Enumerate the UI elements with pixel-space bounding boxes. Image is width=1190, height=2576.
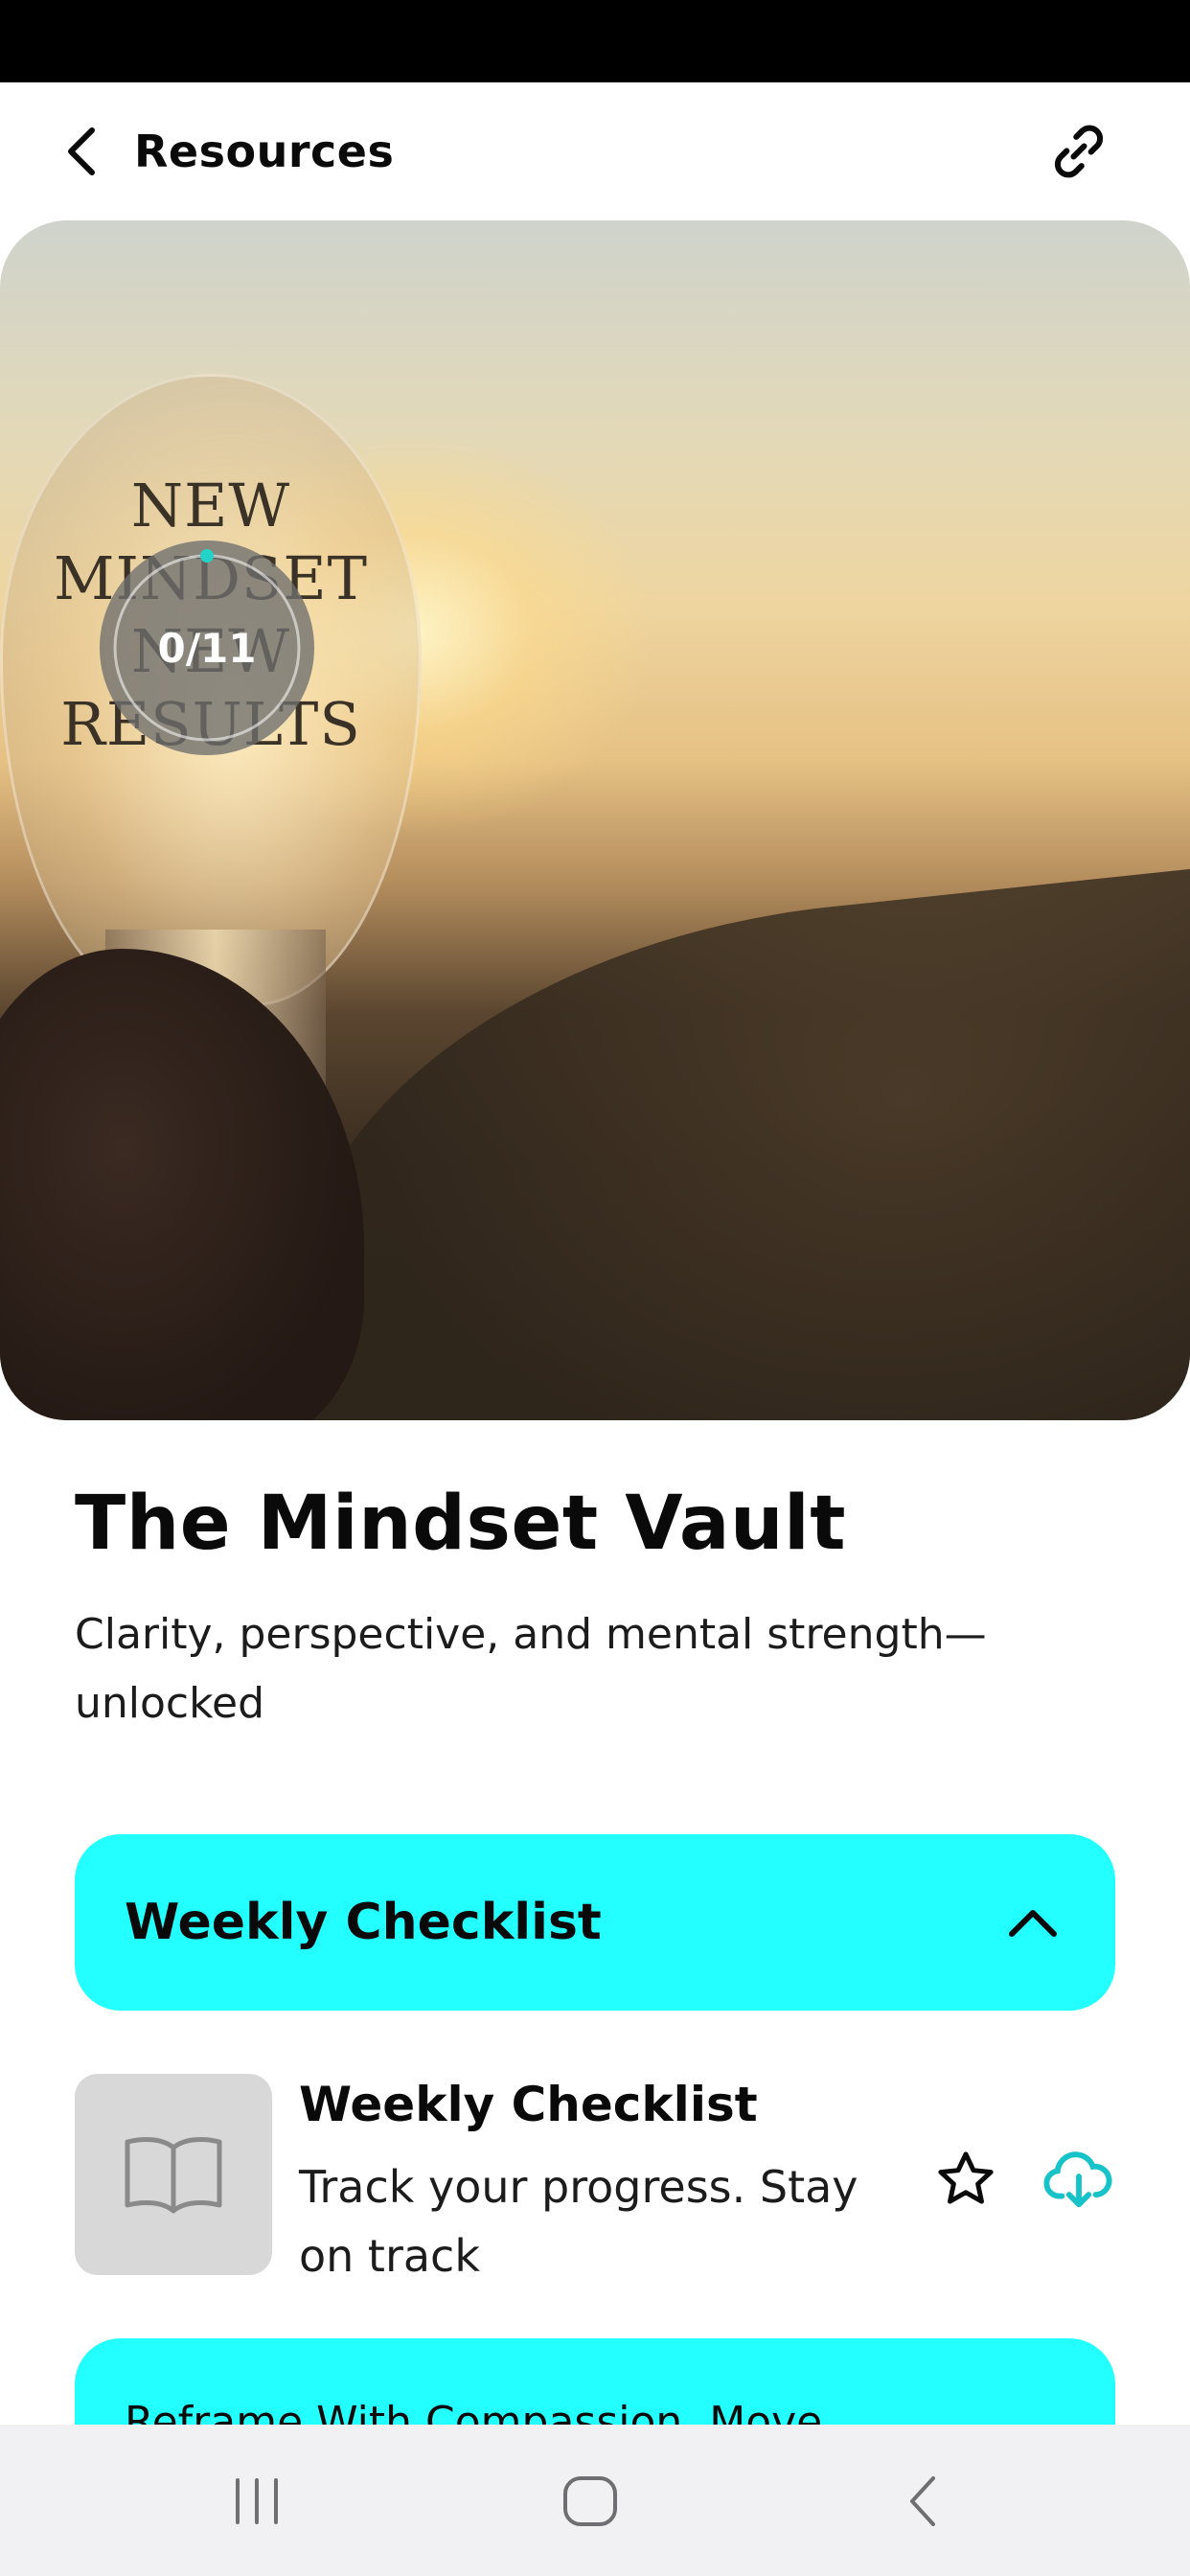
book-icon — [125, 2137, 222, 2214]
progress-dot — [200, 549, 214, 563]
item-title: Weekly Checklist — [299, 2077, 758, 2132]
bulb-text-line: NEW — [130, 471, 291, 540]
header-title: Resources — [134, 126, 395, 177]
resource-page: Resources NEW MINDSET NEW RESULTS 0/11 — [0, 0, 1190, 2576]
system-nav-bar — [0, 2425, 1190, 2576]
home-button[interactable] — [542, 2463, 638, 2540]
chevron-up-icon — [1009, 1910, 1057, 1937]
item-description: Track your progress. Stay on track — [299, 2161, 858, 2282]
page-subtitle: Clarity, perspective, and mental strengt… — [75, 1610, 987, 1728]
accordion-label: Weekly Checklist — [125, 1894, 602, 1951]
list-item[interactable]: Weekly Checklist Track your progress. St… — [75, 2074, 1115, 2282]
nav-back-button[interactable] — [874, 2463, 970, 2540]
header: Resources — [0, 82, 1190, 220]
item-thumbnail — [75, 2074, 272, 2275]
chevron-left-icon — [68, 127, 95, 175]
cloud-download-icon — [1043, 2151, 1112, 2208]
home-icon — [563, 2476, 617, 2526]
link-icon — [1054, 125, 1104, 178]
weekly-checklist-accordion[interactable]: Weekly Checklist — [75, 1834, 1115, 2011]
hero-image: NEW MINDSET NEW RESULTS 0/11 — [0, 220, 1190, 1420]
recents-icon — [236, 2478, 278, 2524]
recents-button[interactable] — [209, 2463, 305, 2540]
download-button[interactable] — [1039, 2141, 1119, 2218]
status-bar — [0, 0, 1190, 82]
page-title: The Mindset Vault — [75, 1481, 847, 1567]
collapse-button[interactable] — [998, 1888, 1067, 1957]
star-icon — [938, 2151, 994, 2204]
share-link-button[interactable] — [1044, 117, 1113, 186]
favorite-button[interactable] — [927, 2141, 1004, 2218]
progress-label: 0/11 — [157, 624, 257, 672]
hero-hill — [255, 857, 1190, 1420]
progress-ring: 0/11 — [100, 540, 314, 755]
back-button[interactable] — [56, 123, 105, 180]
back-icon — [910, 2476, 935, 2526]
